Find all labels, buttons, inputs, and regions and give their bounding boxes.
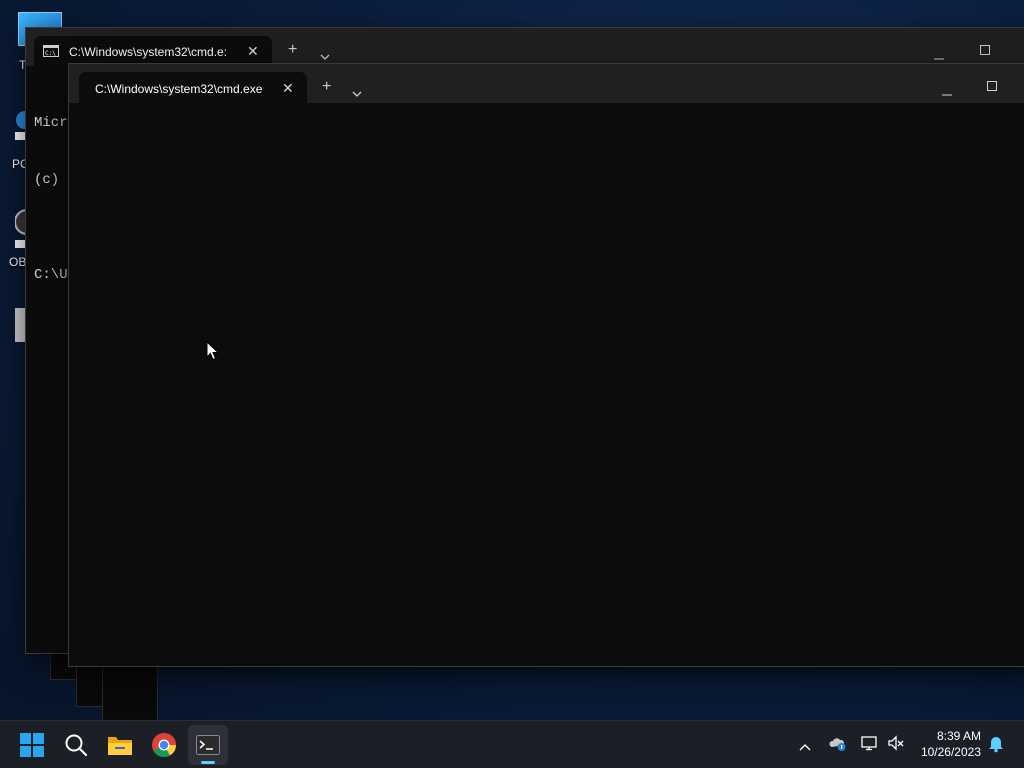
close-tab-icon[interactable]: ✕ bbox=[247, 44, 259, 58]
search-button[interactable] bbox=[56, 725, 96, 765]
network-icon[interactable] bbox=[861, 735, 879, 756]
chevron-down-icon[interactable] bbox=[352, 84, 362, 102]
tab-cmd[interactable]: C:\Windows\system32\cmd.exe ✕ bbox=[79, 72, 307, 103]
windows-logo-icon bbox=[20, 733, 44, 757]
folder-icon bbox=[108, 737, 132, 755]
chevron-up-icon[interactable] bbox=[799, 738, 811, 756]
title-bar[interactable]: C:\ C:\Windows\system32\cmd.e: ✕ + bbox=[26, 28, 1024, 66]
start-button[interactable] bbox=[12, 725, 52, 765]
ghost-window-edge bbox=[102, 660, 158, 722]
active-app-indicator bbox=[201, 761, 215, 764]
tab-cmd[interactable]: C:\ C:\Windows\system32\cmd.e: ✕ bbox=[34, 36, 272, 66]
cmd-icon: C:\ bbox=[43, 45, 59, 60]
chrome-button[interactable] bbox=[144, 725, 184, 765]
console-line: Micr bbox=[34, 115, 68, 131]
desktop-icon-3-label: OB bbox=[9, 255, 27, 269]
title-bar[interactable]: C:\Windows\system32\cmd.exe ✕ + bbox=[69, 64, 1024, 103]
console-line: C:\U bbox=[34, 267, 68, 283]
tab-title: C:\Windows\system32\cmd.exe bbox=[95, 82, 263, 96]
volume-muted-icon[interactable] bbox=[887, 735, 905, 756]
maximize-icon[interactable] bbox=[980, 42, 990, 60]
onedrive-info-icon[interactable] bbox=[829, 736, 847, 757]
notification-bell-icon[interactable] bbox=[988, 735, 1004, 758]
maximize-icon[interactable] bbox=[987, 78, 997, 96]
chrome-icon bbox=[152, 733, 176, 758]
new-tab-icon[interactable]: + bbox=[288, 42, 297, 58]
clock-time: 8:39 AM bbox=[936, 729, 981, 743]
terminal-icon bbox=[196, 735, 220, 755]
console-output[interactable]: Micr (c) C:\U bbox=[34, 76, 68, 323]
console-line: (c) bbox=[34, 172, 60, 188]
search-icon bbox=[65, 734, 88, 757]
close-tab-icon[interactable]: ✕ bbox=[282, 81, 294, 95]
clock[interactable]: 8:39 AM 10/26/2023 bbox=[921, 728, 981, 760]
file-explorer-button[interactable] bbox=[100, 725, 140, 765]
svg-text:C:\: C:\ bbox=[45, 50, 56, 57]
clock-date: 10/26/2023 bbox=[920, 745, 981, 759]
mouse-cursor-icon bbox=[206, 340, 220, 366]
console-area[interactable] bbox=[69, 103, 1024, 666]
terminal-button[interactable] bbox=[188, 725, 228, 765]
tab-title: C:\Windows\system32\cmd.e: bbox=[69, 45, 228, 59]
new-tab-icon[interactable]: + bbox=[322, 79, 331, 95]
minimize-icon[interactable] bbox=[942, 83, 952, 101]
